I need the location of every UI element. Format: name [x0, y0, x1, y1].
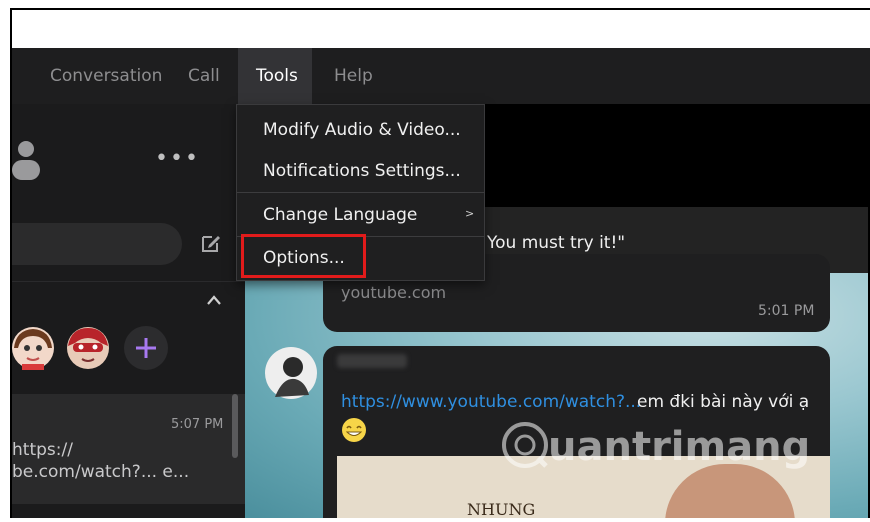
quoted-message-text: You must try it!" [487, 233, 626, 253]
menu-help[interactable]: Help [324, 48, 383, 104]
sender-avatar[interactable] [265, 347, 317, 399]
menu-item-modify-audio-video[interactable]: Modify Audio & Video... [237, 109, 484, 151]
thumbnail-title: NHUNG [467, 500, 536, 519]
message-1-time: 5:01 PM [758, 303, 815, 319]
link-domain[interactable]: youtube.com [341, 283, 446, 302]
skype-window: Conversation Call Tools Help ••• 5:07 PM… [0, 0, 870, 522]
window-title-area [10, 8, 870, 50]
menu-item-change-language[interactable]: Change Language [237, 194, 484, 236]
message-2-text: em đki bài này với ạ [637, 392, 810, 412]
profile-avatar-icon[interactable] [12, 140, 40, 180]
chat-item-time: 5:07 PM [171, 417, 224, 432]
smile-emoji-icon [342, 418, 366, 442]
chat-item-preview-line1: https:// [12, 440, 73, 460]
add-contact-button[interactable] [124, 326, 168, 370]
sidebar-scrollbar[interactable] [232, 394, 238, 458]
menu-call[interactable]: Call [178, 48, 230, 104]
chevron-up-icon[interactable] [206, 294, 222, 306]
menu-separator [237, 192, 484, 193]
more-options-icon[interactable]: ••• [155, 146, 200, 171]
chat-item-preview-line2: be.com/watch?... e... [12, 462, 190, 482]
watermark-logo-icon [502, 422, 548, 468]
menu-bar: Conversation Call Tools Help [10, 48, 870, 104]
submenu-arrow-icon: > [465, 207, 475, 220]
compose-icon[interactable] [200, 232, 222, 254]
search-input[interactable] [12, 223, 182, 265]
watermark-text: uantrimang [548, 424, 811, 470]
options-highlight-box [241, 234, 366, 278]
contact-avatar-girl[interactable] [12, 326, 54, 370]
contact-avatar-hero[interactable] [65, 326, 111, 370]
menu-tools[interactable]: Tools [238, 48, 312, 104]
menu-conversation[interactable]: Conversation [40, 48, 172, 104]
sender-name-blurred [337, 354, 407, 368]
sidebar-divider [12, 281, 245, 282]
menu-item-notifications-settings[interactable]: Notifications Settings... [237, 150, 484, 192]
message-2-link[interactable]: https://www.youtube.com/watch?... [341, 392, 641, 412]
